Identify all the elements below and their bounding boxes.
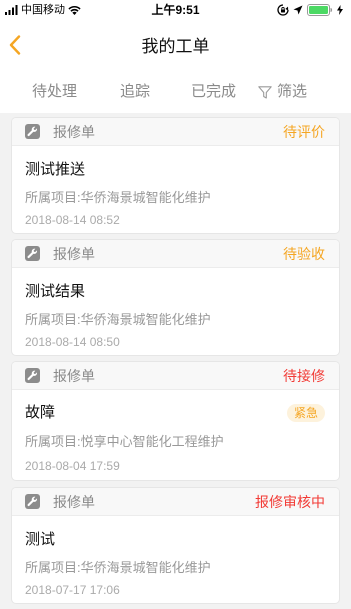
card-body: 测试 所属项目:华侨海景城智能化维护 2018-07-17 17:06	[12, 516, 339, 603]
order-title: 测试	[25, 531, 56, 548]
charging-icon	[337, 5, 343, 15]
filter-icon	[258, 85, 272, 99]
tab-filter[interactable]: 筛选	[258, 70, 307, 114]
tab-completed[interactable]: 已完成	[191, 70, 236, 114]
card-body: 测试结果 所属项目:华侨海景城智能化维护 2018-08-14 08:50	[12, 268, 339, 355]
order-project: 所属项目:悦享中心智能化工程维护	[25, 434, 224, 449]
tab-pending[interactable]: 待处理	[32, 70, 77, 114]
work-order-card[interactable]: 报修单 待评价 测试推送 所属项目:华侨海景城智能化维护 2018-08-14 …	[12, 118, 339, 233]
wrench-icon	[25, 494, 40, 509]
work-order-list: 报修单 待评价 测试推送 所属项目:华侨海景城智能化维护 2018-08-14 …	[12, 118, 339, 609]
order-title-row: 故障 紧急	[25, 401, 325, 425]
tab-tracking[interactable]: 追踪	[120, 70, 150, 114]
order-status-label: 待评价	[283, 123, 325, 140]
location-icon	[293, 5, 303, 15]
wrench-icon	[25, 368, 40, 383]
order-time: 2018-07-17 17:06	[25, 583, 120, 597]
tab-bar: 待处理 追踪 已完成 筛选	[0, 70, 351, 114]
card-header: 报修单 待评价	[12, 118, 339, 146]
wrench-icon	[25, 124, 40, 139]
order-type-label: 报修单	[53, 367, 95, 384]
card-body: 测试推送 所属项目:华侨海景城智能化维护 2018-08-14 08:52	[12, 146, 339, 233]
order-type-label: 报修单	[53, 493, 95, 510]
work-order-card[interactable]: 报修单 待接修 故障 紧急 所属项目:悦享中心智能化工程维护 2018-08-0…	[12, 362, 339, 480]
wrench-icon	[25, 246, 40, 261]
order-project: 所属项目:华侨海景城智能化维护	[25, 190, 211, 205]
status-bar: 中国移动 上午9:51	[0, 0, 351, 20]
order-title: 故障	[25, 404, 56, 421]
order-title: 测试推送	[25, 161, 86, 178]
order-project: 所属项目:华侨海景城智能化维护	[25, 560, 211, 575]
order-project: 所属项目:华侨海景城智能化维护	[25, 312, 211, 327]
battery-icon	[307, 4, 333, 16]
rotation-lock-icon	[277, 4, 289, 16]
card-header: 报修单 报修审核中	[12, 488, 339, 516]
order-status-label: 待接修	[283, 367, 325, 384]
order-type-label: 报修单	[53, 123, 95, 140]
page-title: 我的工单	[141, 37, 210, 56]
nav-bar: 我的工单	[0, 22, 351, 72]
order-type-label: 报修单	[53, 245, 95, 262]
card-header: 报修单 待验收	[12, 240, 339, 268]
order-status-label: 待验收	[283, 245, 325, 262]
work-order-card[interactable]: 报修单 待验收 测试结果 所属项目:华侨海景城智能化维护 2018-08-14 …	[12, 240, 339, 355]
order-title: 测试结果	[25, 283, 86, 300]
header-area: 中国移动 上午9:51 我的工单 待处理 追踪 已完成 筛选	[0, 0, 351, 113]
order-time: 2018-08-14 08:50	[25, 335, 120, 349]
card-header: 报修单 待接修	[12, 362, 339, 390]
tab-filter-label: 筛选	[277, 83, 308, 100]
status-right	[277, 4, 343, 16]
order-status-label: 报修审核中	[255, 493, 325, 510]
card-body: 故障 紧急 所属项目:悦享中心智能化工程维护 2018-08-04 17:59	[12, 390, 339, 480]
urgent-badge: 紧急	[286, 404, 325, 422]
work-order-card[interactable]: 报修单 报修审核中 测试 所属项目:华侨海景城智能化维护 2018-07-17 …	[12, 488, 339, 603]
order-time: 2018-08-04 17:59	[25, 459, 120, 473]
order-time: 2018-08-14 08:52	[25, 213, 120, 227]
